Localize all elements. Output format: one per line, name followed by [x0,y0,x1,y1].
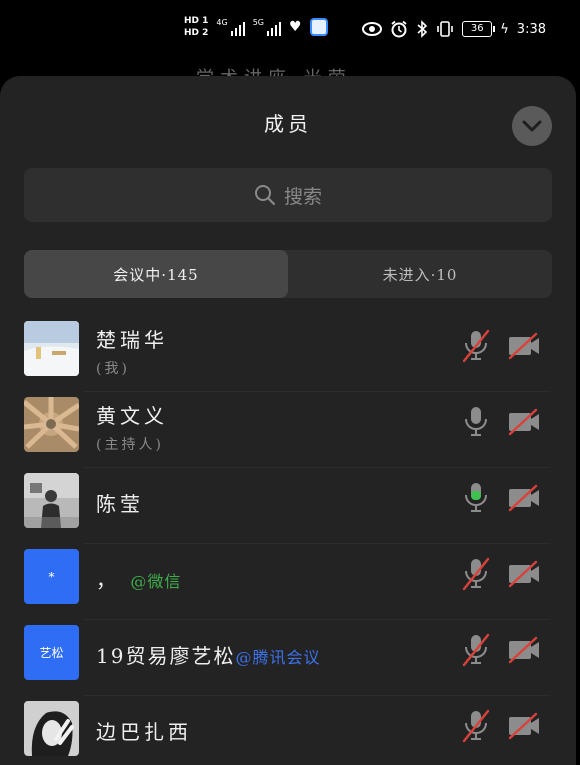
vibrate-icon [437,21,454,37]
heart-icon: ♥ [289,19,302,35]
net-5g-label: 5G [252,18,264,27]
member-name: 19贸易廖艺松 [96,644,236,668]
list-item[interactable]: 楚瑞华 (我) [0,316,576,392]
member-name: 陈莹 [96,492,144,516]
panel-title: 成员 [264,112,312,136]
status-right: 36 ϟ 3:38 [362,20,546,38]
list-item[interactable]: 陈莹 [0,468,576,544]
avatar: * [24,549,79,604]
search-input[interactable]: 搜索 [24,168,552,222]
clock: 3:38 [516,21,546,37]
member-source-tag: @腾讯会议 [235,648,321,667]
member-name: 楚瑞华 [96,328,168,352]
avatar [24,473,79,528]
app-notification-icon [309,18,328,36]
camera-off-icon[interactable] [506,330,542,362]
mic-muted-icon[interactable] [460,556,492,592]
member-name: 边巴扎西 [96,720,192,744]
member-name: ， [96,568,120,592]
status-left: HD 1 HD 2 4G 5G ♥ [184,16,328,38]
list-item[interactable]: 艺松 19贸易廖艺松@腾讯会议 [0,620,576,696]
tab-in-meeting[interactable]: 会议中·145 [24,250,288,298]
net-4g-label: 4G [216,18,228,27]
list-item[interactable]: 边巴扎西 [0,696,576,765]
mic-muted-icon[interactable] [460,708,492,744]
member-source-tag: @微信 [130,572,182,591]
member-name-line: ， @微信 [96,564,181,593]
camera-off-icon[interactable] [506,710,542,742]
charging-icon: ϟ [500,21,509,37]
camera-off-icon[interactable] [506,634,542,666]
signal-5g-icon: 5G [253,18,281,36]
member-name-line: 19贸易廖艺松@腾讯会议 [96,640,320,669]
member-name: 黄文义 [96,404,168,428]
bluetooth-icon [417,20,428,38]
alarm-icon [391,20,407,38]
list-item[interactable]: * ， @微信 [0,544,576,620]
avatar [24,701,79,756]
camera-off-icon[interactable] [506,482,542,514]
hd-indicators: HD 1 HD 2 [184,16,208,38]
chevron-down-icon [522,120,542,132]
mic-speaking-icon[interactable] [460,480,492,516]
avatar-text: 艺松 [39,646,64,660]
mic-muted-icon[interactable] [460,328,492,364]
signal-4g-icon: 4G [216,18,245,36]
member-role: (主持人) [96,437,164,453]
avatar-text: * [48,569,55,584]
mic-on-icon[interactable] [460,404,492,440]
battery-icon: 36 [462,21,496,37]
camera-off-icon[interactable] [506,558,542,590]
list-item[interactable]: 黄文义 (主持人) [0,392,576,468]
avatar: 艺松 [24,625,79,680]
camera-off-icon[interactable] [506,406,542,438]
status-bar: HD 1 HD 2 4G 5G ♥ 36 ϟ 3:38 [0,0,580,70]
tab-not-joined[interactable]: 未进入·10 [288,250,552,298]
avatar [24,397,79,452]
search-placeholder: 搜索 [283,185,322,208]
avatar [24,321,79,376]
hd2-label: HD 2 [184,28,209,38]
member-tabs: 会议中·145 未进入·10 [24,250,552,298]
hd1-label: HD 1 [184,16,209,26]
member-list: 楚瑞华 (我) 黄文义 (主持人) 陈莹 * ， @微信 艺松 19贸易廖艺松@… [0,316,576,765]
mic-muted-icon[interactable] [460,632,492,668]
member-role: (我) [96,361,130,377]
collapse-button[interactable] [512,106,552,146]
search-icon [254,185,276,206]
eye-icon [362,22,383,36]
